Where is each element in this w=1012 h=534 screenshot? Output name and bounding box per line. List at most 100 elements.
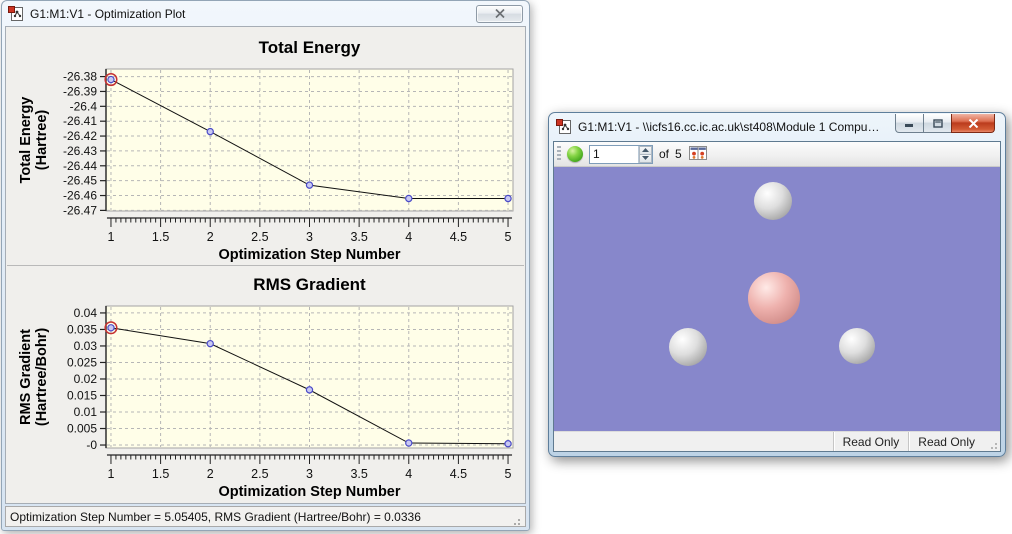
data-point[interactable] xyxy=(505,195,511,201)
resize-grip-icon xyxy=(509,514,521,526)
y-tick-label: 0.025 xyxy=(67,355,97,369)
molecule-window: G1:M1:V1 - \\icfs16.cc.ic.ac.uk\st408\Mo… xyxy=(548,112,1006,457)
close-button[interactable] xyxy=(476,5,523,23)
y-tick-label: -26.43 xyxy=(63,144,97,158)
x-tick-label: 1 xyxy=(107,467,114,481)
frames-table-icon xyxy=(689,145,707,161)
x-tick-label: 3.5 xyxy=(350,467,367,481)
minimize-button[interactable] xyxy=(895,114,924,133)
plot-document-icon xyxy=(8,6,25,22)
frame-of-label: of xyxy=(659,147,669,161)
y-tick-label: -26.39 xyxy=(63,84,97,98)
close-icon xyxy=(495,9,505,18)
chart-title: Total Energy xyxy=(259,38,361,57)
close-button[interactable] xyxy=(951,114,995,133)
spin-up-button[interactable] xyxy=(639,146,652,155)
plot-status-text: Optimization Step Number = 5.05405, RMS … xyxy=(10,510,421,524)
x-tick-label: 1 xyxy=(107,230,114,244)
close-icon xyxy=(968,119,979,128)
molecule-statusbar: Read Only Read Only xyxy=(554,431,1000,451)
x-tick-label: 1.5 xyxy=(152,467,169,481)
y-tick-label: 0.035 xyxy=(67,322,97,336)
x-axis-label: Optimization Step Number xyxy=(218,247,400,263)
data-point[interactable] xyxy=(406,195,412,201)
molecule-window-body: of 5 Read Only Read Only xyxy=(553,141,1001,452)
chevron-up-icon xyxy=(642,148,649,152)
desktop: { "plot_window": { "title": "G1:M1:V1 - … xyxy=(0,0,1012,534)
x-tick-label: 2 xyxy=(207,230,214,244)
data-point[interactable] xyxy=(306,182,312,188)
molecule-window-titlebar[interactable]: G1:M1:V1 - \\icfs16.cc.ic.ac.uk\st408\Mo… xyxy=(553,113,1001,141)
spin-down-button[interactable] xyxy=(639,155,652,163)
data-point[interactable] xyxy=(306,387,312,393)
y-tick-label: 0.02 xyxy=(74,372,98,386)
x-tick-label: 4.5 xyxy=(450,230,467,244)
resize-grip[interactable] xyxy=(986,438,998,450)
y-tick-label: -26.46 xyxy=(63,189,97,203)
y-tick-label: -26.41 xyxy=(63,114,97,128)
y-tick-label: 0.03 xyxy=(74,339,98,353)
y-axis-label: RMS Gradient(Hartree/Bohr) xyxy=(18,328,50,426)
x-tick-label: 5 xyxy=(505,467,512,481)
chart-rms-gradient: 0.04 0.035 0.03 0.025 0.02 0.015 0.01 0.005 -0 1 1… xyxy=(6,266,525,502)
data-point[interactable] xyxy=(505,441,511,447)
atom-white-left[interactable] xyxy=(669,328,707,366)
x-tick-label: 2.5 xyxy=(251,467,268,481)
optimization-plot-window: G1:M1:V1 - Optimization Plot -26.38-26.3… xyxy=(1,0,530,531)
resize-grip-icon xyxy=(986,438,998,450)
y-tick-label: -0 xyxy=(86,438,97,452)
y-tick-label: 0.005 xyxy=(67,422,97,436)
restore-icon xyxy=(933,119,943,128)
play-animation-button[interactable] xyxy=(567,146,583,162)
data-point[interactable] xyxy=(108,76,114,82)
x-tick-label: 4 xyxy=(405,467,412,481)
y-tick-label: -26.4 xyxy=(70,99,98,113)
x-tick-label: 3 xyxy=(306,467,313,481)
plot-window-titlebar[interactable]: G1:M1:V1 - Optimization Plot xyxy=(5,1,526,26)
x-tick-label: 1.5 xyxy=(152,230,169,244)
y-tick-label: 0.01 xyxy=(74,405,98,419)
x-tick-label: 5 xyxy=(505,230,512,244)
x-tick-label: 4.5 xyxy=(450,467,467,481)
chart-title: RMS Gradient xyxy=(253,275,366,294)
x-tick-label: 2.5 xyxy=(251,230,268,244)
y-tick-label: -26.45 xyxy=(63,174,97,188)
data-point[interactable] xyxy=(406,440,412,446)
y-tick-label: 0.015 xyxy=(67,388,97,402)
data-point[interactable] xyxy=(108,325,114,331)
data-point[interactable] xyxy=(207,128,213,134)
chevron-down-icon xyxy=(642,156,649,160)
atom-white-top[interactable] xyxy=(754,182,792,220)
y-tick-label: -26.38 xyxy=(63,70,97,84)
y-tick-label: -26.44 xyxy=(63,159,97,173)
chart-total-energy: -26.38-26.39-26.4-26.41-26.42-26.43-26.4… xyxy=(6,29,525,265)
x-tick-label: 4 xyxy=(405,230,412,244)
window-controls xyxy=(895,114,995,133)
show-frames-button[interactable] xyxy=(688,145,708,163)
x-tick-label: 2 xyxy=(207,467,214,481)
y-tick-label: 0.04 xyxy=(74,306,98,320)
plot-window-title: G1:M1:V1 - Optimization Plot xyxy=(30,7,471,21)
molecule-viewport[interactable] xyxy=(554,167,1000,431)
atom-pink-center[interactable] xyxy=(748,272,800,324)
restore-button[interactable] xyxy=(924,114,951,133)
x-tick-label: 3.5 xyxy=(350,230,367,244)
atom-white-right[interactable] xyxy=(839,328,875,364)
y-tick-label: -26.42 xyxy=(63,129,97,143)
y-tick-label: -26.47 xyxy=(63,203,97,217)
data-point[interactable] xyxy=(207,341,213,347)
x-tick-label: 3 xyxy=(306,230,313,244)
spinner-buttons xyxy=(638,146,652,163)
read-only-badge: Read Only xyxy=(908,432,984,451)
plot-statusbar: Optimization Step Number = 5.05405, RMS … xyxy=(5,506,526,527)
toolbar-grip[interactable] xyxy=(557,146,561,162)
frame-toolbar: of 5 xyxy=(554,142,1000,167)
frame-number-spinbox xyxy=(589,145,653,164)
minimize-icon xyxy=(905,119,914,128)
read-only-badge: Read Only xyxy=(833,432,909,451)
frame-number-input[interactable] xyxy=(590,146,638,163)
frame-count: 5 xyxy=(675,147,682,161)
resize-grip[interactable] xyxy=(509,514,521,526)
x-axis-label: Optimization Step Number xyxy=(218,484,400,500)
plot-panel: -26.38-26.39-26.4-26.41-26.42-26.43-26.4… xyxy=(5,26,526,504)
